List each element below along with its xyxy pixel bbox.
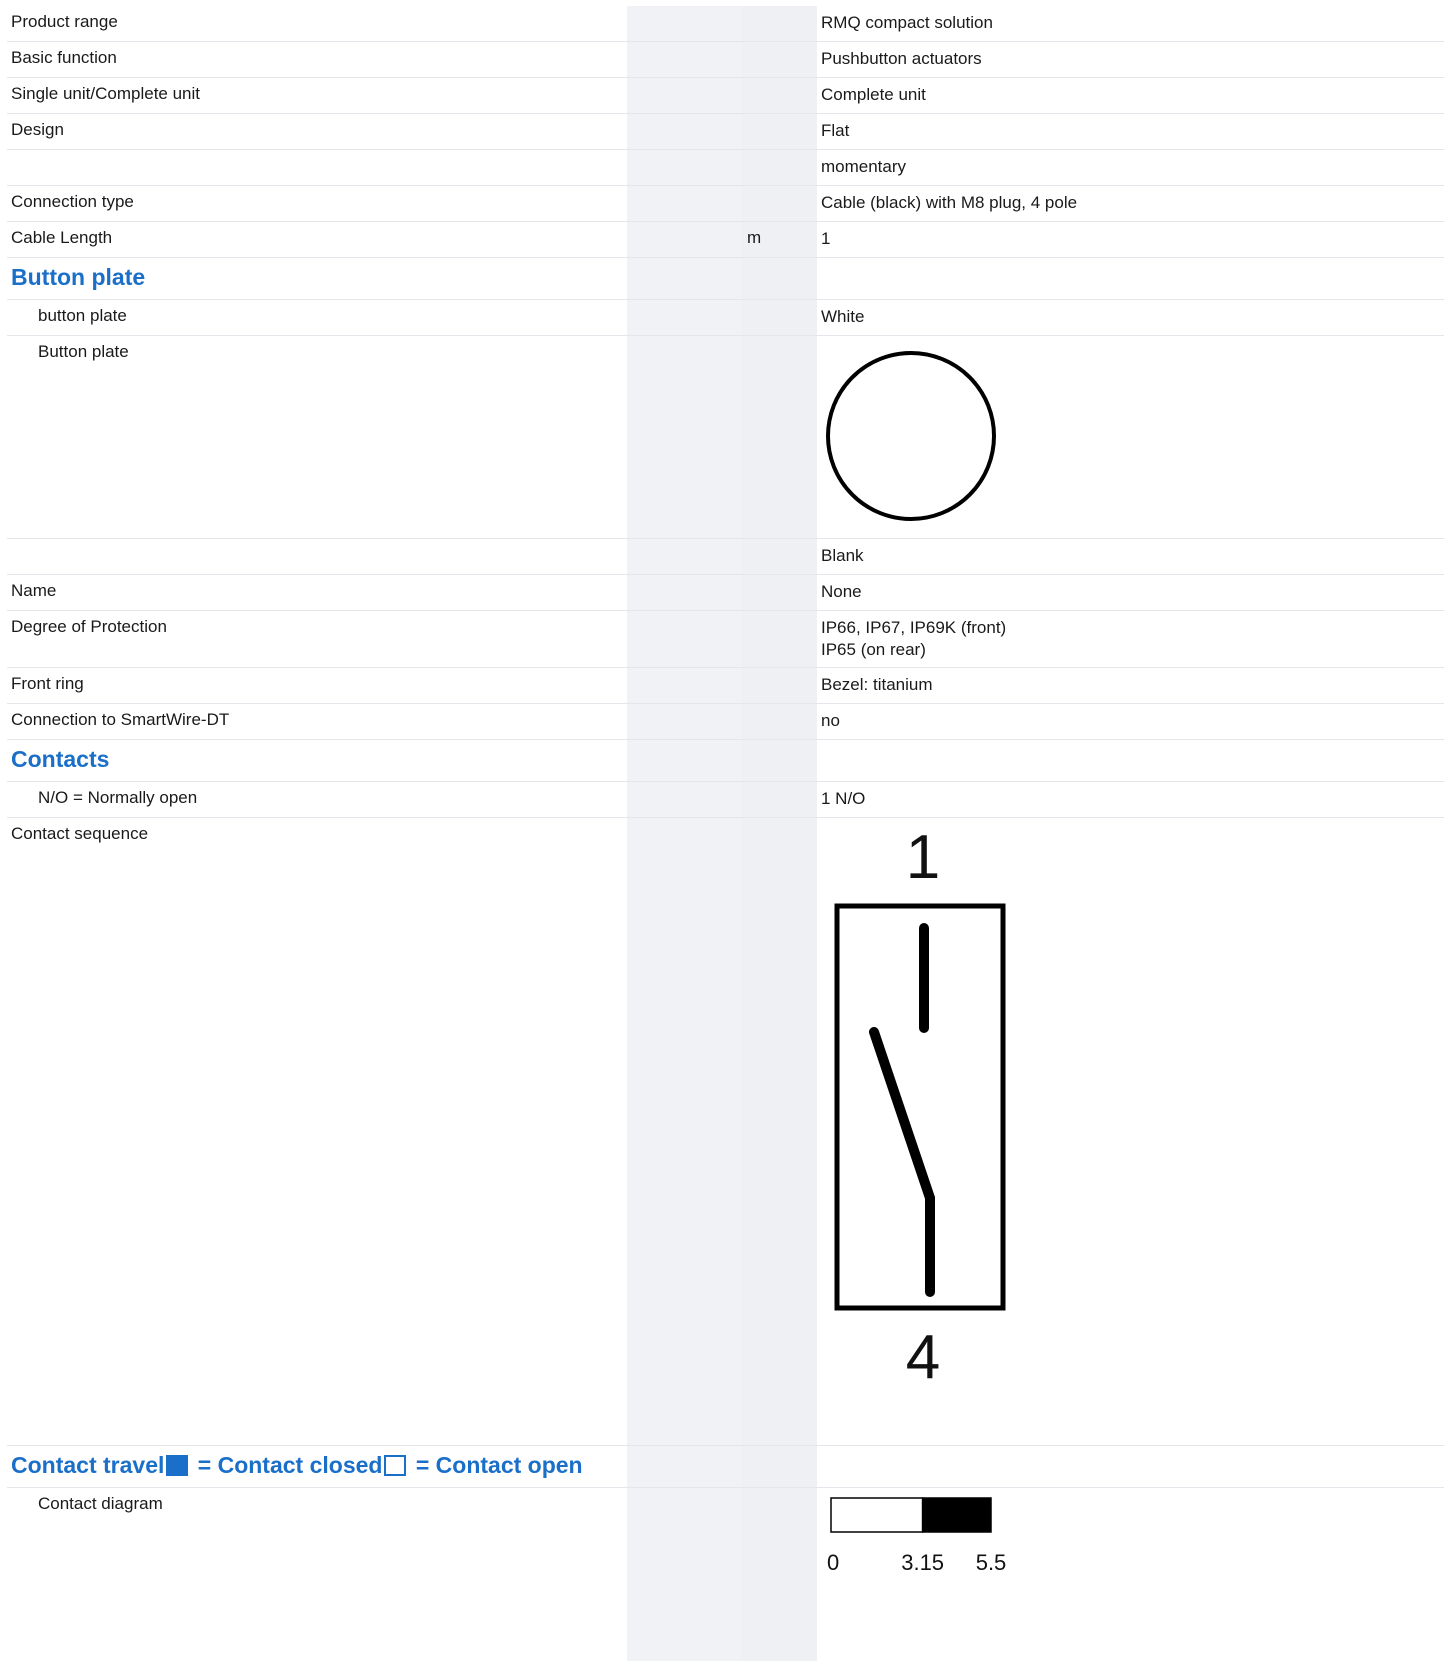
travel-tick-label: 5.5 [976, 1550, 1007, 1575]
table-row: momentary [7, 150, 1444, 186]
row-value: Complete unit [821, 85, 926, 104]
row-value: RMQ compact solution [821, 13, 993, 32]
row-unit: m [747, 228, 762, 247]
row-label: Contact diagram [38, 1494, 163, 1513]
row-label: N/O = Normally open [38, 788, 198, 807]
section-title-contacts: Contacts [11, 746, 110, 772]
row-label: Product range [11, 12, 118, 31]
row-value: 1 N/O [821, 789, 866, 808]
table-row: Contact sequence 1 4 [7, 818, 1444, 1446]
row-label [11, 539, 611, 580]
terminal-top-label: 1 [906, 823, 940, 892]
section-header: Contacts [7, 740, 1444, 782]
row-label: Degree of Protection [11, 617, 167, 636]
travel-open-segment [830, 1497, 924, 1533]
button-plate-image [821, 336, 1441, 538]
row-label: Connection type [11, 192, 134, 211]
contact-travel-diagram: 0 3.15 5.5 [821, 1488, 1441, 1661]
contact-open-legend-swatch [384, 1455, 407, 1476]
table-row: Cable Length m 1 [7, 222, 1444, 258]
row-label: Contact sequence [11, 824, 149, 843]
contact-sequence-diagram: 1 4 [821, 818, 1441, 1445]
table-row: Design Flat [7, 114, 1444, 150]
row-label: Connection to SmartWire-DT [11, 710, 230, 729]
row-label [11, 150, 611, 191]
row-label: Button plate [38, 342, 129, 361]
table-row: N/O = Normally open 1 N/O [7, 782, 1444, 818]
row-value: Flat [821, 121, 850, 140]
terminal-bottom-label: 4 [906, 1323, 940, 1388]
row-value: IP66, IP67, IP69K (front) IP65 (on rear) [821, 611, 1441, 673]
protection-line-2: IP65 (on rear) [821, 640, 926, 659]
row-value: Cable (black) with M8 plug, 4 pole [821, 193, 1078, 212]
table-row: Degree of Protection IP66, IP67, IP69K (… [7, 611, 1444, 668]
travel-bar-chart: 0 3.15 5.5 [827, 1497, 1007, 1575]
row-value: Bezel: titanium [821, 675, 933, 694]
travel-tick-label: 0 [827, 1550, 839, 1575]
row-value: no [821, 711, 840, 730]
row-value: Pushbutton actuators [821, 49, 982, 68]
contact-symbol-icon: 1 4 [834, 823, 1006, 1392]
contact-closed-legend-text: = Contact closed [191, 1452, 383, 1478]
row-label: Single unit/Complete unit [11, 84, 201, 103]
row-value: None [821, 582, 862, 601]
table-row: Product range RMQ compact solution [7, 6, 1444, 42]
table-row: Front ring Bezel: titanium [7, 668, 1444, 704]
section-header: Contact travel = Contact closed = Contac… [7, 1446, 1444, 1488]
contact-open-legend-text: = Contact open [409, 1452, 583, 1478]
row-value: White [821, 307, 865, 326]
row-value: Blank [821, 546, 864, 565]
table-row: button plate White [7, 300, 1444, 336]
table-row: Single unit/Complete unit Complete unit [7, 78, 1444, 114]
table-row: Blank [7, 539, 1444, 575]
table-row: Button plate [7, 336, 1444, 539]
section-title-contact-travel: Contact travel = Contact closed = Contac… [11, 1446, 711, 1493]
table-row: Basic function Pushbutton actuators [7, 42, 1444, 78]
row-label: Design [11, 120, 64, 139]
table-row: Name None [7, 575, 1444, 611]
table-row: Connection type Cable (black) with M8 pl… [7, 186, 1444, 222]
contact-closed-legend-swatch [166, 1455, 189, 1476]
travel-closed-segment [921, 1497, 992, 1533]
row-label: Cable Length [11, 228, 113, 247]
protection-line-1: IP66, IP67, IP69K (front) [821, 618, 1007, 637]
table-row: Contact diagram 0 3.15 5.5 [7, 1488, 1444, 1661]
section-header: Button plate [7, 258, 1444, 300]
section-title-button-plate: Button plate [11, 264, 146, 290]
row-label: button plate [38, 306, 127, 325]
table-row: Connection to SmartWire-DT no [7, 704, 1444, 740]
row-label: Name [11, 581, 57, 600]
row-label: Basic function [11, 48, 117, 67]
datasheet-table: Product range RMQ compact solution Basic… [7, 6, 1444, 1661]
row-value: 1 [821, 229, 831, 248]
row-value: momentary [821, 157, 907, 176]
button-plate-circle-icon [826, 351, 996, 521]
row-label: Front ring [11, 674, 84, 693]
contact-travel-title: Contact travel [11, 1452, 165, 1478]
travel-tick-label: 3.15 [901, 1550, 944, 1575]
